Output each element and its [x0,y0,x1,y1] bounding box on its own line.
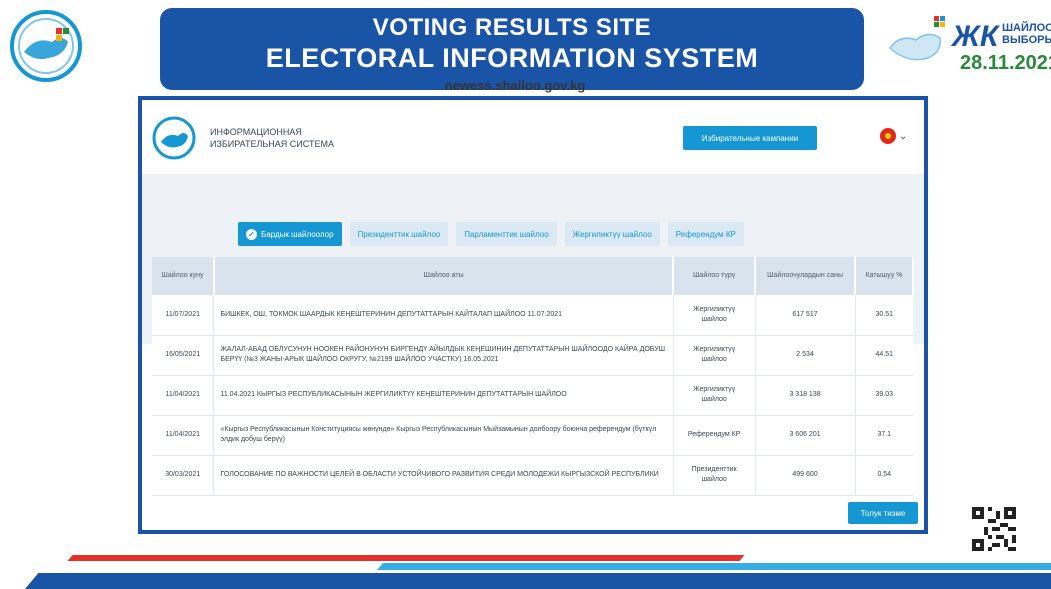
cell-name[interactable]: «Кыргыз Республикасынын Конституциясы жө… [213,415,674,456]
tab-local[interactable]: Жергиликтүү шайлоо [564,222,660,246]
logo-letters: ЖК [952,20,999,53]
app-screenshot-frame: ИНФОРМАЦИОННАЯ ИЗБИРАТЕЛЬНАЯ СИСТЕМА Изб… [138,96,928,534]
cell-name[interactable]: 11.04.2021 КЫРГЫЗ РЕСПУБЛИКАСЫНЫН ЖЕРГИЛ… [213,375,674,416]
cell-turnout: 37.1 [855,415,913,456]
cec-logo-left [6,8,86,84]
cell-name[interactable]: БИШКЕК, ОШ, ТОКМОК ШААРДЫК КЕҢЕШТЕРИНИН … [213,295,674,336]
table-header-row: Шайлоо куну Шайлоо аты Шайлоо түрү Шайло… [152,257,914,295]
column-header-voters[interactable]: Шайлоочулардын саны [755,257,857,295]
tab-parliamentary[interactable]: Парламенттик шайлоо [456,222,557,246]
logo-word-1: ШАЙЛОО [1002,22,1051,34]
cell-type: Жергиликтүү шайлоо [673,375,756,416]
slide-title-line1: VOTING RESULTS SITE [372,14,652,41]
election-campaigns-button[interactable]: Избирательные кампании [683,126,817,150]
cell-type: Референдум КР [673,415,756,456]
cell-name[interactable]: ЖАЛАЛ-АБАД ОБЛУСУНУН НООКЕН РАЙОНУНУН БИ… [213,335,674,376]
full-list-button[interactable]: Толук тизме [848,502,918,524]
site-url: newess.shailoo.gov.kg [444,78,586,93]
cell-turnout: 30.51 [855,295,913,336]
cell-voters: 499 600 [755,455,856,496]
cell-type: Президенттик шайлоо [673,455,756,496]
check-icon: ✓ [246,228,257,240]
cell-voters: 2 534 [755,335,856,376]
table-row[interactable]: 30/03/2021 ГОЛОСОВАНИЕ ПО ВАЖНОСТИ ЦЕЛЕЙ… [152,455,913,496]
cell-turnout: 0.54 [855,455,913,496]
cell-date: 11/07/2021 [152,295,215,336]
app-title-line2: ИЗБИРАТЕЛЬНАЯ СИСТЕМА [210,139,334,149]
column-header-name[interactable]: Шайлоо аты [213,257,675,295]
qr-code-icon [972,507,1016,551]
tab-presidential[interactable]: Президенттик шайлоо [349,222,449,246]
cell-date: 30/03/2021 [152,455,215,496]
cell-type: Жергиликтүү шайлоо [673,335,756,376]
cell-name[interactable]: ГОЛОСОВАНИЕ ПО ВАЖНОСТИ ЦЕЛЕЙ В ОБЛАСТИ … [213,455,674,496]
decor-stripe-red [67,555,745,561]
cell-voters: 3 318 138 [755,375,856,416]
column-header-turnout[interactable]: Катышуу % [855,257,914,295]
cell-date: 11/04/2021 [152,375,215,416]
cell-turnout: 44.51 [855,335,913,376]
slide-title-line2: Electoral information system [265,43,759,73]
table-row[interactable]: 11/04/2021 «Кыргыз Республикасынын Конст… [152,415,913,456]
tab-referendum[interactable]: Референдум КР [667,222,744,246]
tab-label: Бардык шайлоолор [261,229,334,239]
cell-date: 11/04/2021 [152,415,215,456]
cell-voters: 617 517 [755,295,856,336]
table-row[interactable]: 11/07/2021 БИШКЕК, ОШ, ТОКМОК ШААРДЫК КЕ… [152,295,913,336]
cell-turnout: 39.03 [855,375,913,416]
app-title-line1: ИНФОРМАЦИОННАЯ [210,127,302,137]
decor-stripe-light-blue [377,563,1051,570]
logo-date: 28.11.2021 [960,52,1051,74]
decor-stripe-dark-blue [21,573,1051,589]
table-row[interactable]: 11/04/2021 11.04.2021 КЫРГЫЗ РЕСПУБЛИКАС… [152,375,913,416]
election-type-tabs: ✓ Бардык шайлоолор Президенттик шайлоо П… [238,222,744,246]
column-header-type[interactable]: Шайлоо түрү [673,257,757,295]
app-logo-icon[interactable] [152,116,196,160]
cell-type: Жергиликтүү шайлоо [673,295,756,336]
logo-word-2: ВЫБОРЫ [1002,34,1051,46]
chevron-down-icon: ⌄ [899,130,908,142]
tab-all-elections[interactable]: ✓ Бардык шайлоолор [238,222,342,246]
app-header: ИНФОРМАЦИОННАЯ ИЗБИРАТЕЛЬНАЯ СИСТЕМА Изб… [142,100,924,174]
kyrgyz-flag-icon [880,128,896,144]
column-header-date[interactable]: Шайлоо куну [152,257,215,295]
table-row[interactable]: 16/05/2021 ЖАЛАЛ-АБАД ОБЛУСУНУН НООКЕН Р… [152,335,913,376]
cell-date: 16/05/2021 [152,335,215,376]
election-logo-right: ЖК ШАЙЛОО ВЫБОРЫ 28.11.2021 [884,12,1051,76]
cell-voters: 3 606 201 [755,415,856,456]
app-title: ИНФОРМАЦИОННАЯ ИЗБИРАТЕЛЬНАЯ СИСТЕМА [210,126,334,150]
elections-table: Шайлоо куну Шайлоо аты Шайлоо түрү Шайло… [152,257,914,496]
language-selector[interactable]: ⌄ [880,128,907,144]
